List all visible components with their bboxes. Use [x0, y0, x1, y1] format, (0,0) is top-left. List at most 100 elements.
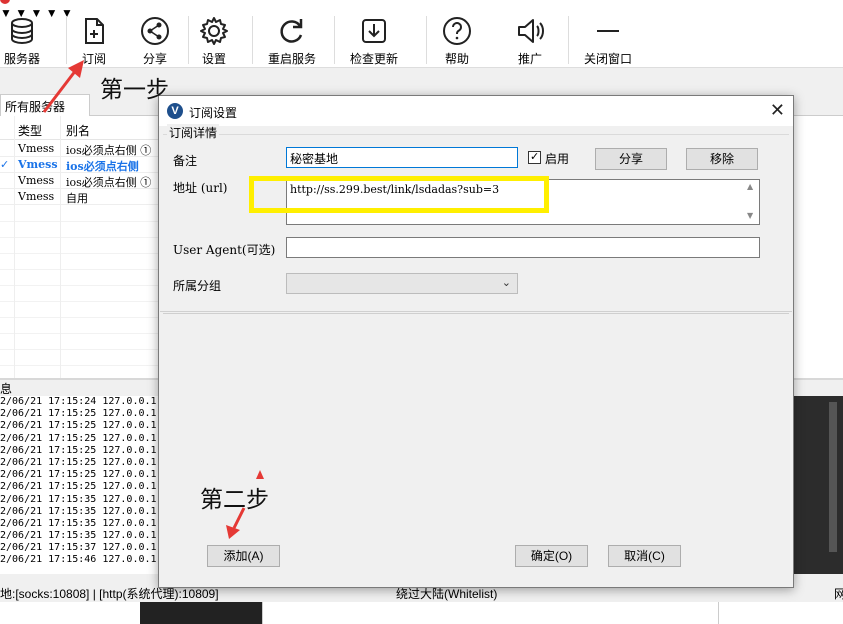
step-two-annotation: 第二步 [200, 487, 269, 513]
log-line: 2/06/21 17:15:24 127.0.0.1 [0, 396, 157, 407]
server-alias: ios必须点右侧 [66, 160, 139, 173]
ok-button[interactable]: 确定(O) [515, 545, 588, 567]
url-label: 地址 (url) [173, 181, 228, 195]
server-alias: 自用 [66, 192, 88, 205]
toolbar-separator [252, 16, 253, 64]
server-row[interactable]: Vmess ios必须点右侧 ① [0, 141, 160, 157]
server-type: Vmess [18, 142, 55, 155]
share-label: 分享 [142, 52, 167, 66]
add-button[interactable]: 添加(A) [207, 545, 280, 567]
help-label: 帮助 [444, 52, 469, 66]
server-row-selected[interactable]: ✓ Vmess ios必须点右侧 [0, 157, 160, 173]
help-icon [443, 17, 471, 45]
server-row[interactable]: Vmess 自用 [0, 189, 160, 205]
grid-line [0, 317, 160, 318]
gear-icon [200, 17, 228, 45]
log-dark-pane [794, 396, 843, 574]
v2ray-logo-icon: V [167, 103, 183, 119]
toolbar-separator [66, 16, 67, 64]
app-icon [0, 0, 10, 4]
enabled-label: 启用 [545, 152, 570, 166]
server-row[interactable]: Vmess ios必须点右侧 ① [0, 173, 160, 189]
log-line: 2/06/21 17:15:35 127.0.0.1 [0, 517, 157, 529]
scroll-up-icon[interactable]: ▲ [747, 182, 753, 191]
cancel-button[interactable]: 取消(C) [608, 545, 681, 567]
servers-label: 服务器 [3, 52, 40, 66]
bottom-divider [262, 602, 263, 624]
grid-line [0, 333, 160, 334]
server-list-header: 类型 别名 [0, 116, 160, 140]
log-line: 2/06/21 17:15:25 127.0.0.1 [0, 444, 157, 456]
grid-line [0, 269, 160, 270]
log-title: 息 [0, 382, 13, 396]
dialog-title: 订阅设置 [189, 106, 238, 120]
settings-button[interactable]: 设置 [196, 12, 232, 66]
server-list: 类型 别名 Vmess ios必须点右侧 ① ✓ Vmess ios必须点右侧 … [0, 116, 160, 378]
log-line: 2/06/21 17:15:25 127.0.0.1 [0, 469, 157, 481]
log-line: 2/06/21 17:15:37 127.0.0.1 [0, 542, 157, 554]
log-thumbnail [140, 602, 262, 624]
log-line: 2/06/21 17:15:25 127.0.0.1 [0, 408, 157, 420]
url-value: http://ss.299.best/link/lsdadas?sub=3 [290, 183, 500, 196]
active-check-icon: ✓ [0, 158, 10, 171]
log-line: 2/06/21 17:15:35 127.0.0.1 [0, 530, 157, 542]
scroll-down-icon[interactable]: ▼ [747, 211, 753, 220]
grid-line [0, 221, 160, 222]
servers-button[interactable]: 服务器 [2, 12, 42, 66]
bottom-strip [0, 602, 843, 624]
log-line: 2/06/21 17:15:35 127.0.0.1 [0, 505, 157, 517]
user-agent-field[interactable] [286, 237, 760, 258]
url-scrollbar[interactable]: ▲ ▼ [744, 181, 758, 223]
check-update-dropdown-arrow[interactable]: ▼ [46, 6, 58, 20]
remove-button[interactable]: 移除 [686, 148, 758, 170]
restart-service-button[interactable]: 重启服务 [266, 12, 318, 66]
check-update-button[interactable]: 检查更新 [348, 12, 400, 66]
help-button[interactable]: 帮助 [440, 12, 474, 66]
chevron-down-icon: ⌄ [501, 277, 511, 289]
database-icon [11, 18, 33, 45]
column-divider [60, 116, 61, 378]
group-select-label: 所属分组 [173, 279, 222, 293]
enabled-checkbox[interactable]: ✓ [528, 151, 541, 164]
speaker-icon [518, 19, 544, 43]
refresh-icon [280, 19, 303, 43]
grid-line [0, 253, 160, 254]
close-window-button[interactable]: 关闭窗口 [582, 12, 634, 66]
share-button[interactable]: 分享 [138, 12, 172, 66]
toolbar-separator [426, 16, 427, 64]
dialog-title-bar: V 订阅设置 ✕ [159, 96, 793, 126]
server-list-right-area [794, 116, 843, 378]
settings-label: 设置 [201, 52, 226, 66]
share-button[interactable]: 分享 [595, 148, 667, 170]
status-right: 网 [834, 587, 843, 601]
main-toolbar: 服务器 ▼ 订阅 ▼ 分享 设置 ▼ 重启服务 检查更新 ▼ 帮助 ▼ 推广 关… [0, 6, 843, 68]
log-line: 2/06/21 17:15:35 127.0.0.1 [0, 493, 157, 505]
log-line: 2/06/21 17:15:46 127.0.0.1 [0, 554, 157, 566]
tab-all-servers[interactable]: 所有服务器 [0, 94, 90, 116]
document-add-icon [85, 18, 104, 44]
step-one-annotation: 第一步 [100, 77, 169, 103]
url-field[interactable]: http://ss.299.best/link/lsdadas?sub=3 ▲ … [286, 179, 760, 225]
grid-line [0, 285, 160, 286]
column-alias-header[interactable]: 别名 [66, 122, 90, 139]
check-update-label: 检查更新 [349, 52, 398, 66]
toolbar-separator [188, 16, 189, 64]
group-select[interactable]: ⌄ [286, 273, 518, 294]
close-icon[interactable]: ✕ [770, 100, 785, 121]
remarks-field[interactable]: 秘密基地 [286, 147, 518, 168]
subscribe-button[interactable]: 订阅 [76, 12, 112, 66]
promote-label: 推广 [517, 52, 542, 66]
grid-line [0, 365, 160, 366]
promote-button[interactable]: 推广 [512, 12, 548, 66]
server-alias: ios必须点右侧 ① [66, 144, 152, 157]
server-type: Vmess [18, 158, 58, 171]
download-icon [362, 19, 386, 43]
grid-line [0, 301, 160, 302]
remarks-label: 备注 [173, 154, 198, 168]
subscription-settings-dialog: V 订阅设置 ✕ 订阅详情 备注 秘密基地 ✓ 启用 分享 移除 地址 (url… [158, 95, 794, 588]
log-line: 2/06/21 17:15:25 127.0.0.1 [0, 432, 157, 444]
column-type-header[interactable]: 类型 [18, 122, 42, 139]
log-scrollbar[interactable] [829, 402, 837, 552]
restart-service-label: 重启服务 [267, 52, 316, 66]
toolbar-separator [334, 16, 335, 64]
